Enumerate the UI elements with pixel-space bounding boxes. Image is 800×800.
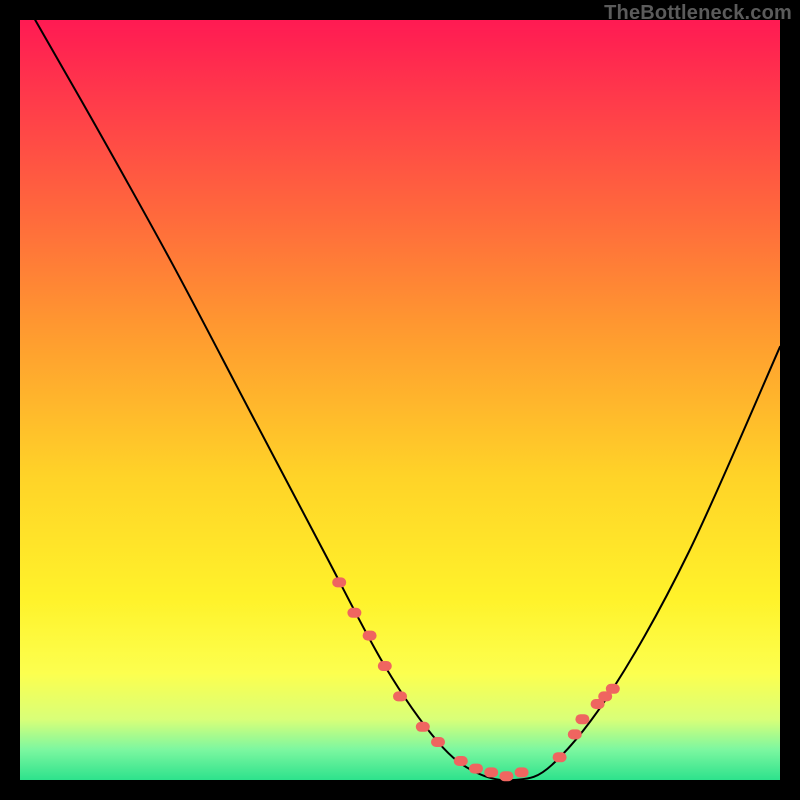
data-marker — [575, 714, 589, 724]
data-marker — [347, 608, 361, 618]
data-marker — [568, 729, 582, 739]
data-marker — [416, 722, 430, 732]
data-marker — [553, 752, 567, 762]
data-marker — [484, 767, 498, 777]
curve-line — [35, 20, 780, 780]
data-marker — [469, 764, 483, 774]
chart-frame: TheBottleneck.com — [0, 0, 800, 800]
data-marker — [363, 631, 377, 641]
data-marker — [499, 771, 513, 781]
data-marker — [606, 684, 620, 694]
marker-group — [332, 577, 620, 781]
data-marker — [332, 577, 346, 587]
data-marker — [454, 756, 468, 766]
data-marker — [431, 737, 445, 747]
data-marker — [393, 691, 407, 701]
chart-svg — [20, 20, 780, 780]
data-marker — [515, 767, 529, 777]
data-marker — [378, 661, 392, 671]
